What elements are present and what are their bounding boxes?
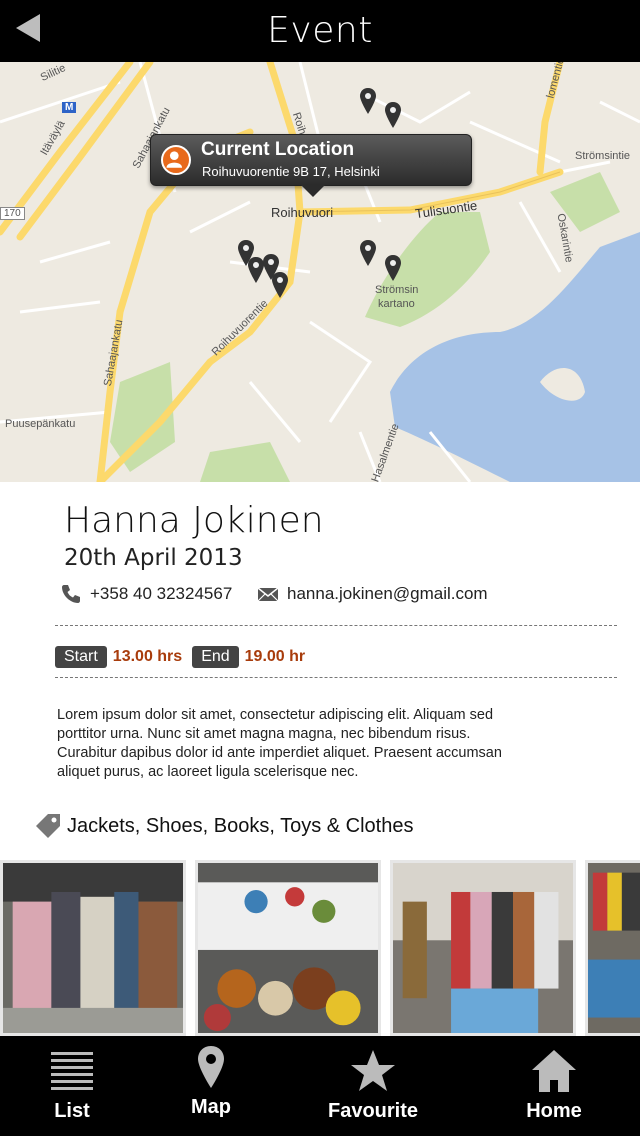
map-pin-icon[interactable]	[385, 102, 401, 128]
map-pin-icon[interactable]	[248, 257, 264, 283]
tags-text: Jackets, Shoes, Books, Toys & Clothes	[67, 814, 414, 837]
seller-name: Hanna Jokinen	[64, 500, 324, 541]
phone-link[interactable]: +358 40 32324567	[60, 582, 232, 606]
map-pin-icon[interactable]	[385, 255, 401, 281]
tab-label: Home	[526, 1100, 582, 1122]
user-location-icon	[161, 145, 191, 175]
tab-label: List	[54, 1100, 90, 1122]
divider	[55, 625, 617, 626]
gallery-photo[interactable]	[195, 860, 381, 1036]
photo-gallery[interactable]	[0, 858, 640, 1036]
email-icon	[257, 587, 279, 602]
event-date: 20th April 2013	[64, 545, 243, 571]
tag-icon	[36, 814, 60, 838]
navigation-bar: Event	[0, 0, 640, 62]
callout-address: Roihuvuorentie 9B 17, Helsinki	[202, 164, 380, 179]
map-label-puusepankatu: Puusepänkatu	[5, 418, 76, 430]
tab-label: Favourite	[327, 1100, 419, 1122]
item-tags: Jackets, Shoes, Books, Toys & Clothes	[34, 810, 413, 842]
time-row: Start 13.00 hrs End 19.00 hr	[55, 645, 315, 669]
map-background	[0, 62, 640, 482]
tab-home[interactable]: Home	[484, 1036, 624, 1136]
end-badge: End	[192, 646, 239, 668]
phone-number: +358 40 32324567	[90, 584, 233, 603]
tab-list[interactable]: List	[2, 1036, 142, 1136]
metro-icon: M	[62, 102, 77, 113]
map-label-stromsin: Strömsin	[375, 284, 419, 296]
page-title: Event	[267, 10, 373, 51]
current-location-callout[interactable]: Current Location Roihuvuorentie 9B 17, H…	[150, 134, 472, 197]
gallery-photo[interactable]	[390, 860, 576, 1036]
end-time: 19.00 hr	[244, 648, 306, 665]
start-time: 13.00 hrs	[112, 648, 183, 665]
map-pin-icon[interactable]	[360, 88, 376, 114]
event-description: Lorem ipsum dolor sit amet, consectetur …	[57, 707, 502, 780]
map-label-roihuvuori: Roihuvuori	[271, 205, 334, 220]
gallery-photo[interactable]	[0, 860, 186, 1036]
start-badge: Start	[55, 646, 107, 668]
map-label-road-170: 170	[0, 207, 25, 220]
phone-icon	[62, 585, 80, 603]
map-pin-icon[interactable]	[360, 240, 376, 266]
tab-favourite[interactable]: Favourite	[303, 1036, 443, 1136]
tab-label: Map	[191, 1096, 231, 1118]
callout-title: Current Location	[201, 139, 355, 160]
map-label-kartano: kartano	[378, 298, 415, 310]
map-pin-icon[interactable]	[272, 272, 288, 298]
tab-map[interactable]: Map	[141, 1036, 281, 1136]
map-pin-icon	[198, 1046, 224, 1088]
email-link[interactable]: hanna.jokinen@gmail.com	[257, 582, 488, 606]
map-label-stromsintie: Strömsintie	[575, 150, 631, 162]
list-icon	[51, 1052, 93, 1090]
email-address: hanna.jokinen@gmail.com	[287, 584, 488, 603]
home-icon	[532, 1050, 576, 1092]
gallery-photo[interactable]	[585, 860, 640, 1036]
divider	[55, 677, 617, 678]
star-icon	[351, 1050, 395, 1091]
tab-bar: List Map Favourite Home	[0, 1036, 640, 1136]
map-view[interactable]: Itäväylä Sahaajankatu Roihuvuorentie Roi…	[0, 62, 640, 482]
